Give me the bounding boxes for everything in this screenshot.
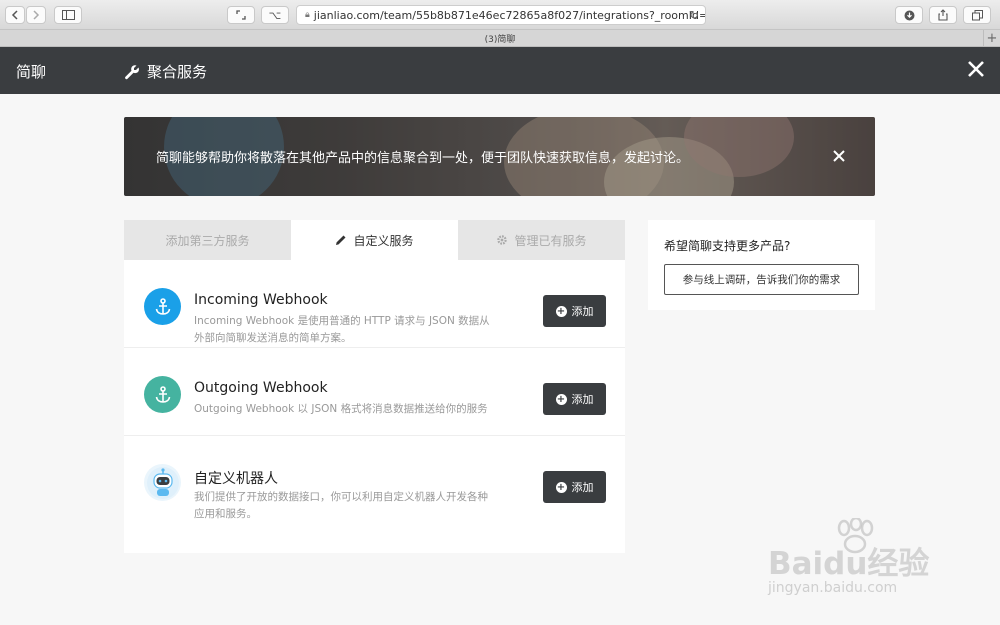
chevron-left-icon bbox=[11, 10, 18, 20]
add-button-label: 添加 bbox=[571, 481, 594, 494]
app-header: 简聊 聚合服务 bbox=[0, 47, 1000, 94]
tabs-button[interactable] bbox=[963, 6, 991, 24]
expand-icon bbox=[236, 10, 246, 20]
back-button[interactable] bbox=[5, 6, 25, 24]
tab-label: 自定义服务 bbox=[353, 233, 414, 248]
survey-button[interactable]: 参与线上调研，告诉我们你的需求 bbox=[664, 264, 859, 295]
tab-label: 管理已有服务 bbox=[514, 233, 587, 248]
service-title: Outgoing Webhook bbox=[194, 380, 328, 396]
feedback-title: 希望简聊支持更多产品? bbox=[664, 239, 791, 253]
wrench-icon bbox=[125, 64, 139, 79]
tab-custom-services[interactable]: 自定义服务 bbox=[291, 220, 458, 260]
reader-button[interactable]: ⌥ bbox=[261, 6, 289, 24]
watermark-main: Baidu经验 bbox=[768, 546, 930, 582]
browser-toolbar: ⌥ 🔒︎ jianliao.com/team/55b8b871e46ec7286… bbox=[0, 0, 1000, 30]
service-title: Incoming Webhook bbox=[194, 292, 328, 308]
address-bar[interactable]: 🔒︎ jianliao.com/team/55b8b871e46ec72865a… bbox=[296, 5, 706, 25]
tab-add-third-party[interactable]: 添加第三方服务 bbox=[124, 220, 291, 260]
robot-icon bbox=[144, 464, 181, 501]
plus-circle-icon: + bbox=[555, 481, 567, 493]
plus-icon: + bbox=[986, 31, 998, 46]
share-icon bbox=[938, 9, 948, 21]
list-item: 自定义机器人 我们提供了开放的数据接口，你可以利用自定义机器人开发各种应用和服务… bbox=[124, 436, 625, 524]
share-button[interactable] bbox=[929, 6, 957, 24]
forward-button[interactable] bbox=[26, 6, 46, 24]
service-tabs: 添加第三方服务 自定义服务 管理已有服务 bbox=[124, 220, 625, 260]
chevron-right-icon bbox=[33, 10, 40, 20]
list-item: Incoming Webhook Incoming Webhook 是使用普通的… bbox=[124, 260, 625, 348]
banner-text: 简聊能够帮助你将散落在其他产品中的信息聚合到一处，便于团队快速获取信息，发起讨论… bbox=[156, 151, 690, 166]
service-description: 我们提供了开放的数据接口，你可以利用自定义机器人开发各种应用和服务。 bbox=[194, 491, 488, 520]
add-button-label: 添加 bbox=[571, 305, 594, 318]
gear-icon bbox=[497, 235, 508, 245]
download-icon bbox=[904, 10, 914, 20]
sidebar-button[interactable] bbox=[54, 6, 82, 24]
feedback-card: 希望简聊支持更多产品? 参与线上调研，告诉我们你的需求 bbox=[648, 220, 875, 310]
add-button[interactable]: + 添加 bbox=[543, 383, 606, 415]
browser-tab-title[interactable]: (3)简聊 bbox=[0, 32, 1000, 45]
plus-circle-icon: + bbox=[555, 393, 567, 405]
reload-icon[interactable]: ↻ bbox=[689, 8, 699, 22]
sidebar-icon bbox=[61, 10, 75, 20]
tab-label: 添加第三方服务 bbox=[165, 233, 250, 248]
add-button[interactable]: + 添加 bbox=[543, 295, 606, 327]
brand-name[interactable]: 简聊 bbox=[16, 61, 46, 82]
watermark: Baidu经验 jingyan.baidu.com bbox=[768, 518, 978, 600]
info-banner: 简聊能够帮助你将散落在其他产品中的信息聚合到一处，便于团队快速获取信息，发起讨论… bbox=[124, 117, 875, 196]
add-button[interactable]: + 添加 bbox=[543, 471, 606, 503]
option-icon: ⌥ bbox=[268, 8, 282, 22]
tabs-overview-icon bbox=[971, 9, 983, 20]
plus-circle-icon: + bbox=[555, 305, 567, 317]
section-title-text: 聚合服务 bbox=[147, 63, 208, 81]
lock-icon: 🔒︎ bbox=[305, 10, 310, 20]
url-text: jianliao.com/team/55b8b871e46ec72865a8f0… bbox=[313, 8, 705, 22]
downloads-button[interactable] bbox=[895, 6, 923, 24]
list-item: Outgoing Webhook Outgoing Webhook 以 JSON… bbox=[124, 348, 625, 436]
anchor-icon bbox=[144, 376, 181, 413]
service-description: Outgoing Webhook 以 JSON 格式将消息数据推送给你的服务 bbox=[194, 403, 488, 415]
new-tab-button[interactable]: + bbox=[983, 30, 1000, 47]
anchor-icon bbox=[144, 288, 181, 325]
browser-tab-bar: (3)简聊 + bbox=[0, 30, 1000, 47]
services-list: Incoming Webhook Incoming Webhook 是使用普通的… bbox=[124, 260, 625, 553]
watermark-sub: jingyan.baidu.com bbox=[768, 580, 898, 596]
service-title: 自定义机器人 bbox=[194, 471, 278, 487]
page-title: 聚合服务 bbox=[124, 61, 207, 82]
add-button-label: 添加 bbox=[571, 393, 594, 406]
close-icon[interactable] bbox=[833, 150, 845, 162]
pencil-icon bbox=[336, 235, 346, 245]
service-description: Incoming Webhook 是使用普通的 HTTP 请求与 JSON 数据… bbox=[194, 315, 490, 344]
tab-manage-services[interactable]: 管理已有服务 bbox=[458, 220, 625, 260]
close-icon[interactable] bbox=[966, 59, 986, 79]
expand-button[interactable] bbox=[227, 6, 255, 24]
